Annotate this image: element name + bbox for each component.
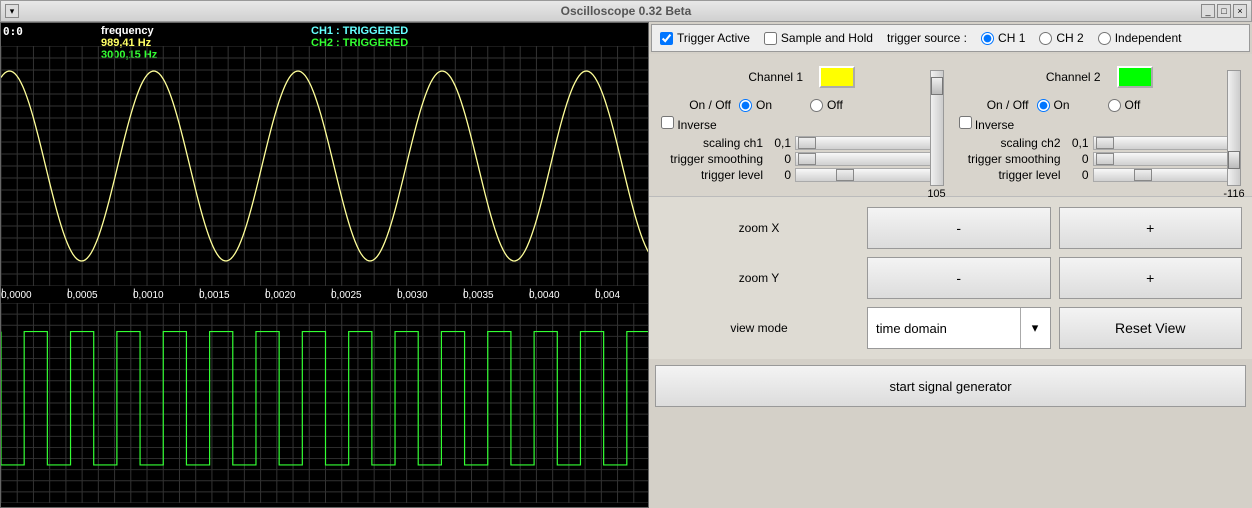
ch1-offset-slider[interactable] xyxy=(930,70,944,186)
ch2-smoothing-value: 0 xyxy=(1069,152,1093,166)
view-mode-value: time domain xyxy=(876,321,947,336)
ch2-offset-slider[interactable] xyxy=(1227,70,1241,186)
ch1-level-label: trigger level xyxy=(661,168,771,182)
ch1-scaling-slider[interactable] xyxy=(795,136,943,150)
ch1-smoothing-value: 0 xyxy=(771,152,795,166)
ch1-onoff-label: On / Off xyxy=(661,98,731,112)
time-tick: 0,0010 xyxy=(133,290,199,301)
time-tick: 0,004 xyxy=(595,290,649,301)
maximize-button[interactable]: □ xyxy=(1217,4,1231,18)
ch1-title: Channel 1 xyxy=(748,70,803,84)
zoom-x-minus-button[interactable]: - xyxy=(867,207,1051,249)
ch1-smoothing-label: trigger smoothing xyxy=(661,152,771,166)
close-button[interactable]: × xyxy=(1233,4,1247,18)
time-tick: 0,0040 xyxy=(529,290,595,301)
control-panel: Trigger Active Sample and Hold trigger s… xyxy=(649,22,1252,508)
ch2-title: Channel 2 xyxy=(1046,70,1101,84)
time-tick: 0,0025 xyxy=(331,290,397,301)
time-tick: 0,0020 xyxy=(265,290,331,301)
frequency-label: frequency xyxy=(101,25,157,37)
reset-view-button[interactable]: Reset View xyxy=(1059,307,1243,349)
trigger-active-checkbox[interactable]: Trigger Active xyxy=(660,31,750,45)
zoom-y-label: zoom Y xyxy=(659,257,859,299)
time-tick: 0,0030 xyxy=(397,290,463,301)
time-tick: 0,0035 xyxy=(463,290,529,301)
ch2-off-radio[interactable]: Off xyxy=(1108,98,1141,112)
zoom-y-minus-button[interactable]: - xyxy=(867,257,1051,299)
ch2-smoothing-slider[interactable] xyxy=(1093,152,1241,166)
ch1-inverse-checkbox[interactable]: Inverse xyxy=(661,116,717,132)
ch1-status: CH1 : TRIGGERED xyxy=(311,25,408,37)
sample-hold-checkbox[interactable]: Sample and Hold xyxy=(764,31,873,45)
zoom-x-plus-button[interactable]: + xyxy=(1059,207,1243,249)
channel-1-panel: Channel 1 On / Off On Off Inverse scalin… xyxy=(655,60,949,190)
trigger-source-independent-radio[interactable]: Independent xyxy=(1098,31,1182,45)
ch2-scaling-label: scaling ch2 xyxy=(959,136,1069,150)
trigger-bar: Trigger Active Sample and Hold trigger s… xyxy=(651,24,1250,52)
dropdown-arrow-icon: ▾ xyxy=(1020,308,1050,348)
ch1-waveform-plot xyxy=(1,46,649,286)
ch2-level-label: trigger level xyxy=(959,168,1069,182)
channel-2-panel: Channel 2 On / Off On Off Inverse scalin… xyxy=(953,60,1247,190)
ch1-level-value: 0 xyxy=(771,168,795,182)
ch2-waveform-plot xyxy=(1,303,649,503)
ch2-level-value: 0 xyxy=(1069,168,1093,182)
ch2-scaling-slider[interactable] xyxy=(1093,136,1241,150)
time-tick: 0,0005 xyxy=(67,290,133,301)
channel-panels: Channel 1 On / Off On Off Inverse scalin… xyxy=(649,54,1252,196)
time-tick: 0,0015 xyxy=(199,290,265,301)
zoom-panel: zoom X - + zoom Y - + view mode time dom… xyxy=(649,196,1252,359)
scope-display: 0:0 frequency 989,41 Hz 3000,15 Hz CH1 :… xyxy=(0,22,649,508)
ch2-scaling-value: 0,1 xyxy=(1069,136,1093,150)
window-title: Oscilloscope 0.32 Beta xyxy=(1,4,1251,18)
zoom-y-plus-button[interactable]: + xyxy=(1059,257,1243,299)
ch2-level-slider[interactable] xyxy=(1093,168,1241,182)
window-titlebar: ▾ Oscilloscope 0.32 Beta _ □ × xyxy=(0,0,1252,22)
ch2-inverse-checkbox[interactable]: Inverse xyxy=(959,116,1015,132)
ch2-onoff-label: On / Off xyxy=(959,98,1029,112)
ch1-on-radio[interactable]: On xyxy=(739,98,772,112)
view-mode-select[interactable]: time domain ▾ xyxy=(867,307,1051,349)
window-menu-icon[interactable]: ▾ xyxy=(5,4,19,18)
ch2-on-radio[interactable]: On xyxy=(1037,98,1070,112)
ch2-color-swatch[interactable] xyxy=(1117,66,1153,88)
time-tick: 0,0000 xyxy=(1,290,67,301)
view-mode-label: view mode xyxy=(659,307,859,349)
ch2-smoothing-label: trigger smoothing xyxy=(959,152,1069,166)
ch1-scaling-label: scaling ch1 xyxy=(661,136,771,150)
ch1-smoothing-slider[interactable] xyxy=(795,152,943,166)
time-axis: 0,00000,00050,00100,00150,00200,00250,00… xyxy=(1,288,649,304)
minimize-button[interactable]: _ xyxy=(1201,4,1215,18)
ch1-off-radio[interactable]: Off xyxy=(810,98,843,112)
trigger-source-ch1-radio[interactable]: CH 1 xyxy=(981,31,1025,45)
ch2-offset-value: -116 xyxy=(1223,188,1244,200)
start-signal-generator-button[interactable]: start signal generator xyxy=(655,365,1246,407)
ch1-scaling-value: 0,1 xyxy=(771,136,795,150)
cursor-coord: 0:0 xyxy=(3,25,23,38)
ch1-offset-value: 105 xyxy=(927,188,945,200)
trigger-source-label: trigger source : xyxy=(887,31,967,45)
ch1-level-slider[interactable] xyxy=(795,168,943,182)
zoom-x-label: zoom X xyxy=(659,207,859,249)
trigger-source-ch2-radio[interactable]: CH 2 xyxy=(1039,31,1083,45)
ch1-color-swatch[interactable] xyxy=(819,66,855,88)
